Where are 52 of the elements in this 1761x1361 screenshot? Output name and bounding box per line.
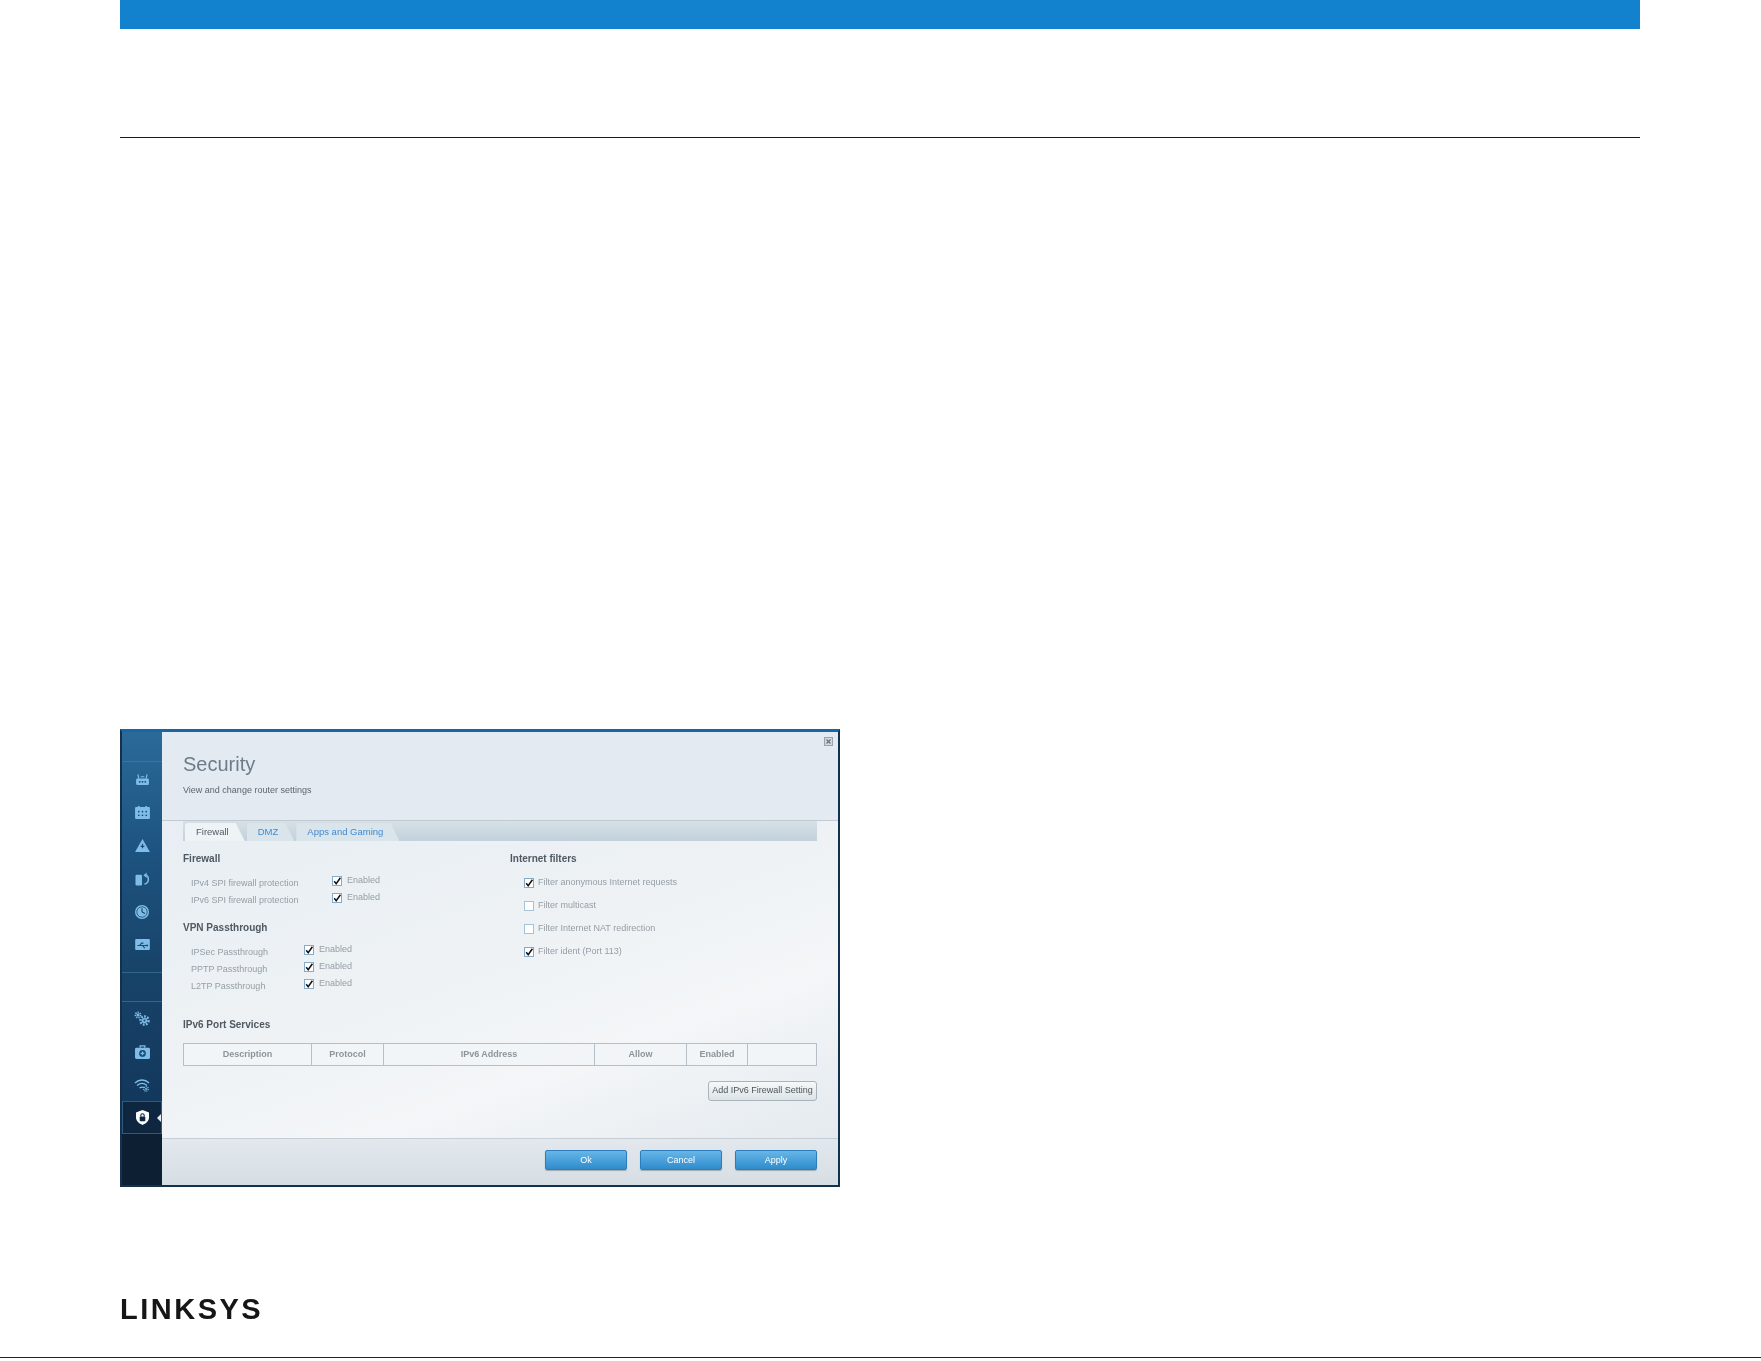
section-heading: Internet filters (510, 853, 577, 865)
checkbox-label: Enabled (347, 890, 381, 904)
phone-arrow-icon (134, 871, 150, 886)
setting-label: IPv6 SPI firewall protection (191, 894, 299, 905)
checkbox-label: Enabled (347, 873, 381, 887)
checkbox[interactable] (332, 892, 342, 903)
checkbox[interactable] (304, 978, 314, 989)
section-heading: VPN Passthrough (183, 922, 268, 934)
checkbox-label: Filter Internet NAT redirection (538, 921, 656, 935)
gears-icon (134, 1011, 150, 1026)
column-header: Allow (595, 1044, 687, 1065)
setting-label: IPSec Passthrough (191, 946, 269, 957)
ok-button[interactable]: Ok (545, 1150, 627, 1170)
add-button[interactable]: Add IPv6 Firewall Setting (708, 1081, 817, 1101)
clock-icon (135, 904, 149, 919)
checkbox[interactable] (524, 877, 534, 888)
column-header: IPv6 Address (384, 1044, 595, 1065)
calendar-icon (134, 806, 150, 819)
medkit-icon (134, 1044, 150, 1059)
section-heading: Firewall (183, 853, 221, 865)
checkbox[interactable] (524, 946, 534, 957)
checkbox-label: Enabled (319, 976, 353, 990)
tab[interactable]: Firewall (185, 823, 245, 841)
column-header: Enabled (687, 1044, 748, 1065)
apply-button[interactable]: Apply (735, 1150, 817, 1170)
setting-label: L2TP Passthrough (191, 980, 266, 991)
column-header: Protocol (312, 1044, 384, 1065)
cancel-button[interactable]: Cancel (640, 1150, 722, 1170)
router-icon (134, 774, 150, 785)
checkbox-label: Filter anonymous Internet requests (538, 875, 678, 889)
setting-label: IPv4 SPI firewall protection (191, 877, 299, 888)
checkbox-label: Enabled (319, 959, 353, 973)
page-title: Security (183, 752, 256, 776)
checkbox-label: Enabled (319, 942, 353, 956)
checkbox-label: Filter multicast (538, 898, 596, 912)
checkbox[interactable] (304, 944, 314, 955)
checkbox[interactable] (332, 875, 342, 886)
close-icon[interactable] (824, 737, 833, 746)
column-header: Description (184, 1044, 312, 1065)
section-heading: IPv6 Port Services (183, 1019, 271, 1031)
sidebar-item[interactable] (122, 1101, 162, 1134)
usb-icon (134, 939, 150, 950)
shield-lock-icon (135, 1110, 149, 1125)
checkbox[interactable] (304, 961, 314, 972)
tab[interactable]: Apps and Gaming (296, 823, 400, 841)
page-subtitle: View and change router settings (183, 785, 312, 796)
warning-icon (134, 839, 150, 852)
tab[interactable]: DMZ (246, 823, 295, 841)
brand-logo: LINKSYS (120, 1299, 264, 1320)
checkbox-label: Filter ident (Port 113) (538, 944, 622, 958)
setting-label: PPTP Passthrough (191, 963, 268, 974)
wifi-gear-icon (134, 1077, 150, 1092)
